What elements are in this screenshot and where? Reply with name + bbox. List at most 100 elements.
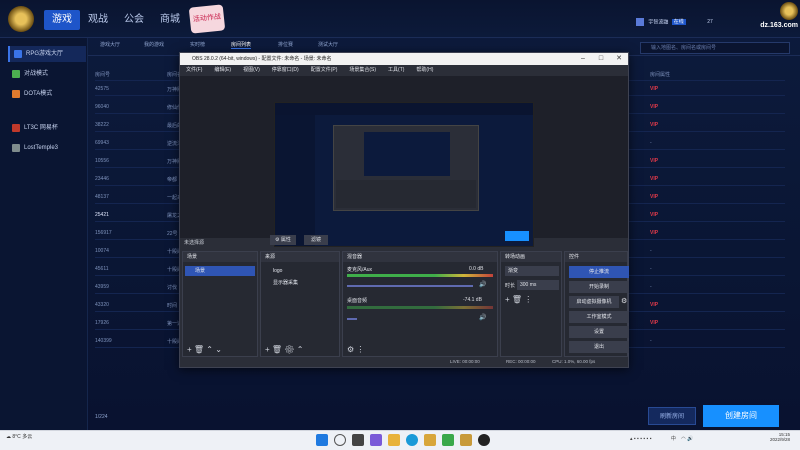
studio-mode-button[interactable]: 工作室模式 [569, 311, 629, 323]
volume-icon[interactable]: 🔊 [687, 436, 693, 442]
room-id: 69943 [95, 140, 109, 146]
gear-icon[interactable]: ⚙ [347, 345, 354, 354]
search-icon[interactable] [334, 434, 346, 446]
ime-indicator[interactable]: 中 [671, 436, 676, 442]
subtab-room-list[interactable]: 房间列表 [231, 41, 252, 49]
controls-dock-title: 控件 [565, 252, 627, 262]
trash-icon[interactable]: 🗑 [512, 295, 522, 304]
scenes-dock: 场景 场景 + 🗑 ⌃ ⌄ [182, 251, 258, 357]
obs-window: OBS 28.0.2 (64-bit, windows) - 配置文件: 未命名… [179, 52, 629, 368]
menu-edit[interactable]: 编辑(E) [214, 67, 231, 73]
nav-tab-games[interactable]: 游戏 [44, 10, 80, 30]
watermark-logo-icon [780, 2, 798, 20]
subtab-my-games[interactable]: 我的游戏 [144, 41, 164, 48]
trash-icon[interactable]: 🗑 [272, 345, 282, 354]
nav-tab-guild[interactable]: 公会 [116, 10, 152, 30]
create-room-button[interactable]: 创建房间 [703, 405, 779, 427]
start-virtual-camera-button[interactable]: 启动虚拟摄像机 [569, 296, 619, 308]
desktop-volume-slider[interactable] [347, 318, 357, 320]
room-vip-attr: VIP [650, 320, 659, 326]
more-icon[interactable]: ⋮ [524, 295, 532, 304]
user-info[interactable]: 宇智波鼬 在线 27 [636, 18, 713, 26]
gear-icon[interactable]: ⚙ [621, 297, 627, 305]
menu-tools[interactable]: 工具(T) [388, 67, 404, 73]
move-up-icon[interactable]: ⌃ [206, 345, 213, 354]
menu-docks[interactable]: 停靠窗口(D) [272, 67, 299, 73]
subtab-realtime[interactable]: 实时榜 [190, 41, 205, 48]
menu-scene-collection[interactable]: 场景集合(S) [349, 67, 376, 73]
close-icon[interactable]: ✕ [612, 53, 626, 65]
obs-preview-area [180, 76, 628, 247]
sidebar-item-label: RPG游戏大厅 [26, 51, 64, 57]
nav-tab-spectate[interactable]: 观战 [80, 10, 116, 30]
start-menu-icon[interactable] [316, 434, 328, 446]
subtab-test-lobby[interactable]: 测试大厅 [318, 41, 338, 48]
refresh-rooms-button[interactable]: 刷新房间 [648, 407, 696, 425]
weather-widget[interactable]: ☁ 8°C 多云 [6, 433, 32, 440]
subtab-lobby[interactable]: 游戏大厅 [100, 41, 120, 48]
sidebar-item-rpg[interactable]: RPG游戏大厅 [8, 46, 86, 62]
duration-label: 时长 [505, 283, 516, 289]
system-tray[interactable]: ▴ ▪ ▪ ▪ ▪ ▪ ▪ 中 ◠ 🔊 [630, 435, 693, 442]
gear-icon[interactable]: ⚙ [284, 345, 294, 354]
nav-tab-store[interactable]: 商城 [152, 10, 188, 30]
system-clock[interactable]: 15:15 2022/9/28 [770, 432, 790, 442]
more-icon[interactable]: ⋮ [356, 345, 364, 354]
speaker-icon[interactable]: 🔊 [479, 281, 486, 288]
sidebar-item-lt3c[interactable]: LT3C 网易杯 [8, 120, 86, 136]
add-icon[interactable]: + [505, 295, 510, 304]
menu-help[interactable]: 帮助(H) [416, 67, 433, 73]
obs-taskbar-icon[interactable] [478, 434, 490, 446]
duration-input[interactable]: 300 ms [517, 280, 559, 290]
event-stamp-badge[interactable]: 活动作战 [188, 4, 226, 34]
app-taskbar-icon[interactable] [460, 434, 472, 446]
column-header-attr: 房间属性 [650, 72, 671, 78]
add-icon[interactable]: + [187, 345, 192, 354]
mic-volume-slider[interactable] [347, 285, 473, 287]
maximize-icon[interactable]: □ [594, 53, 608, 65]
game-client-taskbar-icon[interactable] [424, 434, 436, 446]
move-down-icon[interactable]: ⌄ [215, 345, 222, 354]
sources-dock-title: 来源 [261, 252, 339, 262]
menu-profile[interactable]: 配置文件(P) [311, 67, 338, 73]
menu-file[interactable]: 文件(F) [186, 67, 202, 73]
file-explorer-icon[interactable] [388, 434, 400, 446]
pagination[interactable]: 1/224 [95, 414, 108, 420]
transition-type-select[interactable]: 渐变 [505, 266, 559, 276]
start-recording-button[interactable]: 开始录制 [569, 281, 629, 293]
room-name: 22号 [167, 231, 178, 237]
properties-button[interactable]: ⚙ 属性 [270, 235, 296, 245]
exit-button[interactable]: 退出 [569, 341, 629, 353]
source-item[interactable]: 显示器采集 [263, 278, 337, 288]
obs-preview-canvas[interactable] [274, 102, 534, 247]
room-vip-attr: VIP [650, 86, 659, 92]
losttemple-icon [12, 144, 20, 152]
sources-dock: 来源 logo 显示器采集 + 🗑 ⚙ ⌃ [260, 251, 340, 357]
add-icon[interactable]: + [265, 345, 270, 354]
settings-button[interactable]: 设置 [569, 326, 629, 338]
top-navigation-bar: 游戏 观战 公会 商城 活动作战 宇智波鼬 在线 27 dz.163.com [0, 0, 800, 38]
room-id: 45611 [95, 266, 109, 272]
minimize-icon[interactable]: – [576, 53, 590, 65]
wifi-icon[interactable]: ◠ [681, 436, 685, 442]
task-view-icon[interactable] [352, 434, 364, 446]
edge-browser-icon[interactable] [406, 434, 418, 446]
room-vip-attr: VIP [650, 176, 659, 182]
move-up-icon[interactable]: ⌃ [297, 345, 304, 354]
speaker-icon[interactable]: 🔊 [479, 314, 486, 321]
scene-item[interactable]: 场景 [185, 266, 255, 276]
stop-streaming-button[interactable]: 停止推流 [569, 266, 629, 278]
filters-button[interactable]: 滤镜 [304, 235, 328, 245]
room-vip-attr: - [650, 338, 652, 344]
dota-icon [12, 90, 20, 98]
sidebar-item-dota[interactable]: DOTA模式 [8, 86, 86, 102]
app-taskbar-icon[interactable] [442, 434, 454, 446]
chat-icon[interactable] [370, 434, 382, 446]
menu-view[interactable]: 视图(V) [243, 67, 260, 73]
trash-icon[interactable]: 🗑 [194, 345, 204, 354]
sidebar-item-losttemple[interactable]: LostTemple3 [8, 140, 86, 156]
source-item[interactable]: logo [263, 266, 337, 276]
sidebar-item-versus[interactable]: 对战模式 [8, 66, 86, 82]
subtab-ranked[interactable]: 排位赛 [278, 41, 293, 48]
room-search-input[interactable]: 输入地图名、房间名或房间号 [640, 42, 790, 54]
